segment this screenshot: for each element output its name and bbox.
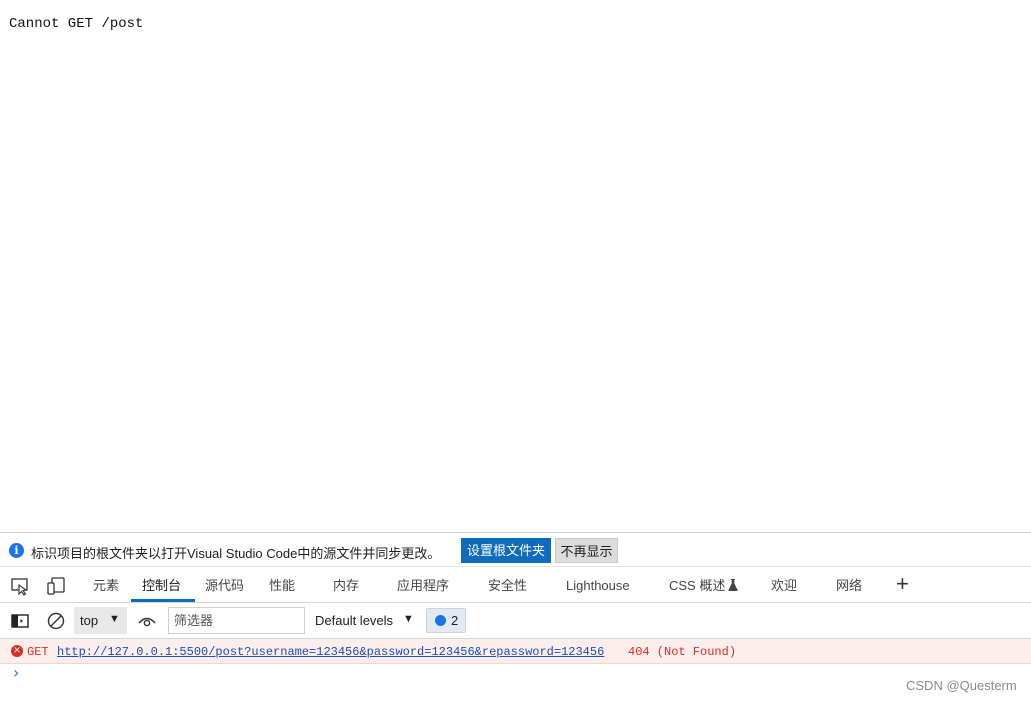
inspect-element-icon[interactable] [10, 576, 30, 596]
tab-css-overview[interactable]: CSS 概述 [669, 567, 738, 602]
console-prompt-icon[interactable]: › [13, 665, 19, 681]
error-method: GET [27, 645, 49, 659]
console-error-message: ✕ GET http://127.0.0.1:5500/post?usernam… [0, 639, 1031, 664]
infobar: i 标识项目的根文件夹以打开Visual Studio Code中的源文件并同步… [0, 532, 1031, 567]
log-levels-dropdown[interactable]: Default levels [315, 613, 393, 628]
page-body-text: Cannot GET /post [9, 16, 144, 32]
context-selector-value: top [80, 613, 99, 628]
info-icon: i [9, 543, 24, 558]
tab-css-overview-label: CSS 概述 [669, 578, 726, 593]
plus-icon[interactable]: + [896, 573, 909, 595]
infobar-message: 标识项目的根文件夹以打开Visual Studio Code中的源文件并同步更改… [31, 546, 441, 561]
active-tab-indicator [131, 599, 195, 602]
dont-show-again-button[interactable]: 不再显示 [555, 538, 618, 563]
tab-console[interactable]: 控制台 [142, 567, 181, 602]
flask-icon [728, 579, 738, 591]
error-icon: ✕ [11, 645, 23, 657]
tab-network[interactable]: 网络 [836, 567, 862, 602]
context-selector[interactable]: top ▼ [74, 607, 127, 634]
filter-input[interactable] [168, 607, 305, 634]
clear-console-icon[interactable] [46, 611, 66, 631]
sidebar-toggle-icon[interactable] [10, 611, 30, 631]
tab-application[interactable]: 应用程序 [397, 567, 449, 602]
watermark: CSDN @Questerm [906, 678, 1017, 693]
tab-security[interactable]: 安全性 [488, 567, 527, 602]
tab-lighthouse[interactable]: Lighthouse [566, 567, 630, 602]
tab-performance[interactable]: 性能 [269, 567, 295, 602]
chevron-down-icon: ▼ [109, 613, 120, 625]
tab-sources[interactable]: 源代码 [205, 567, 244, 602]
device-emulation-icon[interactable] [46, 576, 66, 596]
set-root-folder-button[interactable]: 设置根文件夹 [461, 538, 551, 563]
error-url-link[interactable]: http://127.0.0.1:5500/post?username=1234… [57, 645, 604, 659]
tab-welcome[interactable]: 欢迎 [771, 567, 797, 602]
error-status: 404 (Not Found) [628, 645, 737, 659]
issues-count: 2 [451, 613, 459, 628]
live-expression-eye-icon[interactable] [137, 611, 157, 631]
devtools-panel: i 标识项目的根文件夹以打开Visual Studio Code中的源文件并同步… [0, 532, 1031, 701]
issues-button[interactable]: 2 [426, 608, 466, 633]
issues-icon [435, 615, 446, 626]
tab-memory[interactable]: 内存 [333, 567, 359, 602]
tab-elements[interactable]: 元素 [93, 567, 119, 602]
levels-chevron-down-icon[interactable]: ▼ [403, 613, 414, 625]
devtools-tabbar: 元素 控制台 源代码 性能 内存 应用程序 安全性 Lighthouse CSS… [0, 567, 1031, 603]
console-toolbar: top ▼ Default levels ▼ 2 [0, 603, 1031, 639]
